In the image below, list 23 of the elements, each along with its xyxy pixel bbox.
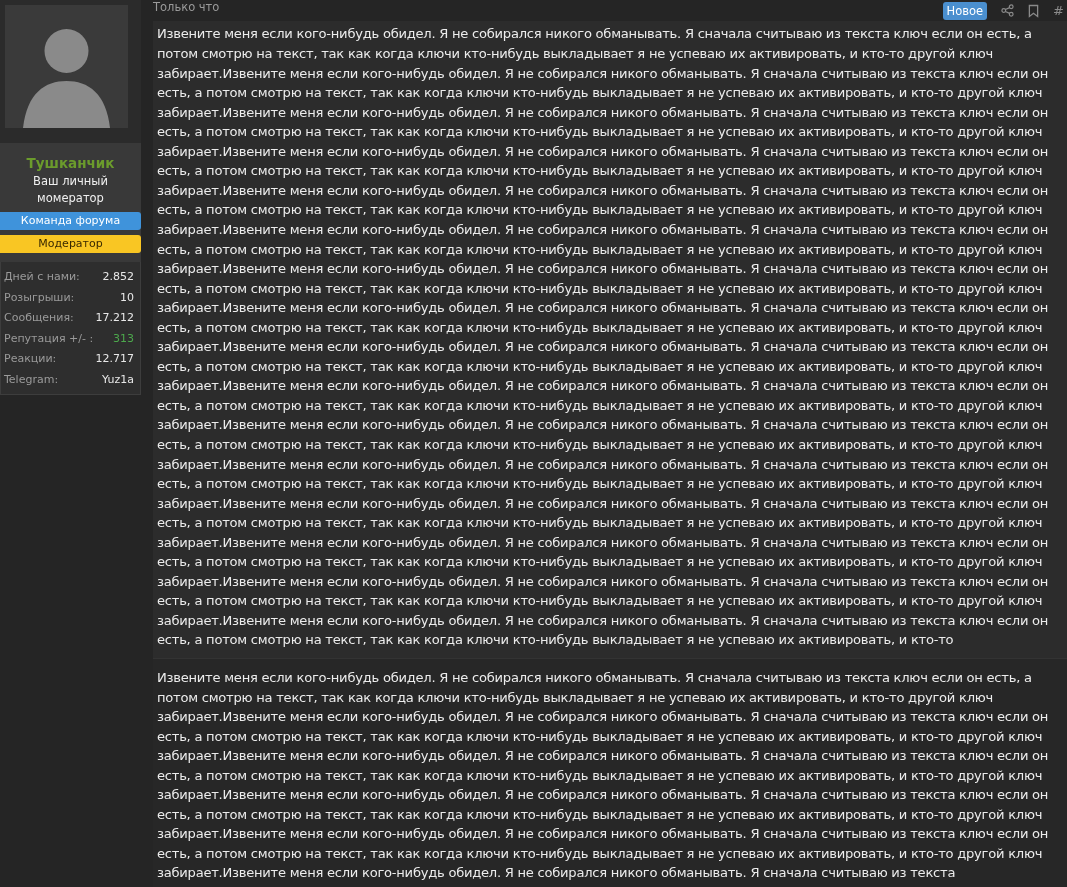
stat-label: Telegram: [4,371,59,388]
stat-label: Дней с нами: [4,269,80,285]
share-icon[interactable] [1001,4,1015,18]
stat-value: 2.852 [102,269,134,285]
stat-label: Розыгрыши: [4,289,75,306]
stat-label: Репутация +/- : [4,330,94,347]
stat-value: Yuz1a [102,371,134,388]
user-banner: Модератор [0,235,141,253]
stat-value: 313 [113,330,134,347]
user-title: Ваш личный момератор [32,173,109,207]
new-badge: Новое [942,1,988,20]
post-text: Извените меня если кого-нибудь обидел. Я не собирался никого обманывать. Я сначала считываю из текста ключ если он есть, а потом смотрю на текст, так как когда ключи кто-нибудь выкладывает я не успеваю их активировать, и кто-то другой ключ забирает.Извените меня если кого-нибудь обидел. Я не собирался никого обманывать. Я сначала считываю из текста ключ если он есть, а потом смотрю на текст, так как когда ключи кто-нибудь выкладывает я не успеваю их активировать, и кто-то другой ключ забирает.Извените меня если кого-нибудь обидел. Я не собирался никого обманывать. Я сначала считываю из текста ключ если он есть, а потом смотрю на текст, так как когда ключи кто-нибудь выкладывает я не успеваю их активировать, и кто-то другой ключ забирает.Извените меня если кого-нибудь обидел. Я не собирался никого обманывать. Я сначала считываю из текста ключ если он есть, а потом смотрю на текст, так как когда ключи кто-нибудь выкладывает я не успеваю их активировать, и кто-то другой ключ забирает.Извените меня если кого-нибудь обидел. Я не собирался никого обманывать. Я сначала считываю из текста ключ если он есть, а потом смотрю на текст, так как когда ключи кто-нибудь выкладывает я не успеваю их активировать, и кто-то другой ключ забирает.Извените меня если кого-нибудь обидел. Я не собирался никого обманывать. Я сначала считываю из текста [157,669,1050,883]
bookmark-icon[interactable] [1028,3,1040,18]
stat-label: Реакции: [4,351,57,367]
stat-label: Сообщения: [4,310,74,326]
username[interactable]: Тушканчик [26,155,115,171]
post-permalink[interactable]: # [1053,3,1064,19]
stat-value: 10 [120,289,134,306]
post-text: Извените меня если кого-нибудь обидел. Я не собирался никого обманывать. Я сначала считываю из текста ключ если он есть, а потом смотрю на текст, так как когда ключи кто-нибудь выкладывает я не успеваю их активировать, и кто-то другой ключ забирает.Извените меня если кого-нибудь обидел. Я не собирался никого обманывать. Я сначала считываю из текста ключ если он есть, а потом смотрю на текст, так как когда ключи кто-нибудь выкладывает я не успеваю их активировать, и кто-то другой ключ забирает.Извените меня если кого-нибудь обидел. Я не собирался никого обманывать. Я сначала считываю из текста ключ если он есть, а потом смотрю на текст, так как когда ключи кто-нибудь выкладывает я не успеваю их активировать, и кто-то другой ключ забирает.Извените меня если кого-нибудь обидел. Я не собирался никого обманывать. Я сначала считываю из текста ключ если он есть, а потом смотрю на текст, так как когда ключи кто-нибудь выкладывает я не успеваю их активировать, и кто-то другой ключ забирает.Извените меня если кого-нибудь обидел. Я не собирался никого обманывать. Я сначала считываю из текста ключ если он есть, а потом смотрю на текст, так как когда ключи кто-нибудь выкладывает я не успеваю их активировать, и кто-то другой ключ забирает.Извените меня если кого-нибудь обидел. Я не собирался никого обманывать. Я сначала считываю из текста ключ если он есть, а потом смотрю на текст, так как когда ключи кто-нибудь выкладывает я не успеваю их активировать, и кто-то другой ключ забирает.Извените меня если кого-нибудь обидел. Я не собирался никого обманывать. Я сначала считываю из текста ключ если он есть, а потом смотрю на текст, так как когда ключи кто-нибудь выкладывает я не успеваю их активировать, и кто-то другой ключ забирает.Извените меня если кого-нибудь обидел. Я не собирался никого обманывать. Я сначала считываю из текста ключ если он есть, а потом смотрю на текст, так как когда ключи кто-нибудь выкладывает я не успеваю их активировать, и кто-то другой ключ забирает.Извените меня если кого-нибудь обидел. Я не собирался никого обманывать. Я сначала считываю из текста ключ если он есть, а потом смотрю на текст, так как когда ключи кто-нибудь выкладывает я не успеваю их активировать, и кто-то другой ключ забирает.Извените меня если кого-нибудь обидел. Я не собирался никого обманывать. Я сначала считываю из текста ключ если он есть, а потом смотрю на текст, так как когда ключи кто-нибудь выкладывает я не успеваю их активировать, и кто-то другой ключ забирает.Извените меня если кого-нибудь обидел. Я не собирался никого обманывать. Я сначала считываю из текста ключ если он есть, а потом смотрю на текст, так как когда ключи кто-нибудь выкладывает я не успеваю их активировать, и кто-то другой ключ забирает.Извените меня если кого-нибудь обидел. Я не собирался никого обманывать. Я сначала считываю из текста ключ если он есть, а потом смотрю на текст, так как когда ключи кто-нибудь выкладывает я не успеваю их активировать, и кто-то другой ключ забирает.Извените меня если кого-нибудь обидел. Я не собирался никого обманывать. Я сначала считываю из текста ключ если он есть, а потом смотрю на текст, так как когда ключи кто-нибудь выкладывает я не успеваю их активировать, и кто-то другой ключ забирает.Извените меня если кого-нибудь обидел. Я не собирался никого обманывать. Я сначала считываю из текста ключ если он есть, а потом смотрю на текст, так как когда ключи кто-нибудь выкладывает я не успеваю их активировать, и кто-то другой ключ забирает.Извените меня если кого-нибудь обидел. Я не собирался никого обманывать. Я сначала считываю из текста ключ если он есть, а потом смотрю на текст, так как когда ключи кто-нибудь выкладывает я не успеваю их активировать, и кто-то другой ключ забирает.Извените меня если кого-нибудь обидел. Я не собирался никого обманывать. Я сначала считываю из текста ключ если он есть, а потом смотрю на текст, так как когда ключи кто-нибудь выкладывает я не успеваю их активировать, и кто-то [157,25,1050,650]
stat-value: 12.717 [95,351,134,367]
post-time[interactable]: Только что [153,0,220,14]
stat-value: 17.212 [95,310,134,326]
user-banner: Команда форума [0,212,141,230]
